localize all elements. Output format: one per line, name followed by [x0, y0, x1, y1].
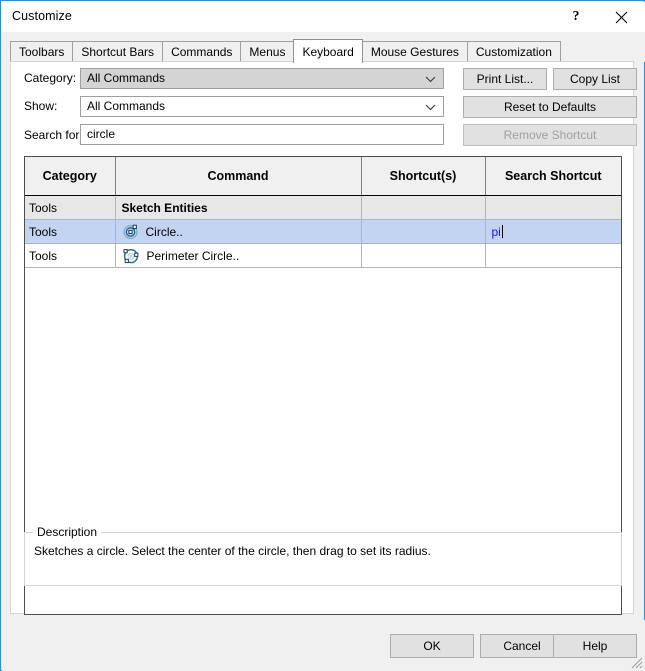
column-header-search-shortcut[interactable]: Search Shortcut [485, 157, 621, 196]
search-input-value: circle [87, 127, 116, 141]
category-label: Category: [24, 71, 77, 85]
dialog-footer: OK Cancel Help [2, 620, 645, 671]
description-text: Sketches a circle. Select the center of … [34, 544, 431, 558]
cell-shortcuts [361, 219, 486, 244]
tab-shortcut-bars[interactable]: Shortcut Bars [72, 41, 164, 62]
cell-category: Tools [25, 219, 116, 244]
show-dropdown-value: All Commands [87, 99, 166, 113]
show-label: Show: [24, 99, 58, 113]
title-bar: Customize ? [2, 2, 645, 32]
cell-search-shortcut [485, 195, 621, 220]
question-mark-icon: ? [572, 9, 580, 24]
table-row[interactable]: Tools Circle.. pi [25, 219, 621, 244]
reset-to-defaults-button[interactable]: Reset to Defaults [463, 96, 637, 118]
customize-dialog: Customize ? Toolbars Shortcut Bars Comma… [0, 0, 645, 671]
cell-shortcuts [361, 195, 486, 220]
ok-button[interactable]: OK [390, 634, 474, 658]
copy-list-button[interactable]: Copy List [553, 68, 637, 90]
tab-keyboard[interactable]: Keyboard [293, 39, 363, 63]
commands-table: Category Command Shortcut(s) Search Shor… [25, 157, 621, 268]
show-dropdown[interactable]: All Commands [80, 96, 444, 117]
window-title: Customize [12, 9, 72, 23]
search-shortcut-value: pi [491, 224, 501, 239]
column-header-category[interactable]: Category [25, 157, 116, 196]
keyboard-tab-panel: Category: All Commands Show: All Command… [10, 61, 637, 615]
description-legend: Description [33, 525, 102, 539]
print-list-button[interactable]: Print List... [463, 68, 547, 90]
tab-mouse-gestures[interactable]: Mouse Gestures [361, 41, 468, 62]
cell-search-shortcut[interactable]: pi [485, 219, 621, 244]
cancel-button[interactable]: Cancel [480, 634, 564, 658]
resize-grip-icon[interactable] [629, 655, 643, 669]
column-header-shortcuts[interactable]: Shortcut(s) [361, 157, 486, 196]
text-caret [501, 224, 503, 238]
perimeter-circle-sketch-icon [123, 248, 138, 263]
close-icon [615, 11, 627, 23]
tab-menus[interactable]: Menus [240, 41, 295, 62]
category-dropdown-value: All Commands [87, 71, 166, 85]
help-button[interactable]: ? [554, 3, 598, 31]
remove-shortcut-button: Remove Shortcut [463, 124, 637, 146]
tab-strip: Toolbars Shortcut Bars Commands Menus Ke… [2, 32, 645, 63]
chevron-down-icon [425, 104, 436, 111]
cell-command: Sketch Entities [115, 195, 362, 220]
column-header-command[interactable]: Command [115, 157, 362, 196]
table-row[interactable]: Tools Perimeter Circle.. [25, 243, 621, 268]
tab-list: Toolbars Shortcut Bars Commands Menus Ke… [10, 39, 561, 63]
cell-search-shortcut [485, 243, 621, 268]
close-button[interactable] [599, 3, 643, 31]
cell-shortcuts [361, 243, 486, 268]
help-button[interactable]: Help [553, 634, 637, 658]
search-input[interactable]: circle [80, 124, 444, 145]
cell-category: Tools [25, 195, 116, 220]
description-group: Description Sketches a circle. Select th… [24, 525, 622, 586]
cell-command-label: Perimeter Circle.. [146, 248, 240, 263]
tab-customization[interactable]: Customization [466, 41, 561, 62]
category-dropdown[interactable]: All Commands [80, 68, 444, 89]
cell-command-label: Circle.. [145, 224, 183, 239]
cell-command: Perimeter Circle.. [115, 243, 362, 268]
table-row[interactable]: Tools Sketch Entities [25, 195, 621, 220]
search-for-label: Search for: [24, 128, 83, 142]
tab-commands[interactable]: Commands [162, 41, 242, 62]
cell-command: Circle.. [115, 219, 362, 244]
table-header-row: Category Command Shortcut(s) Search Shor… [25, 157, 621, 196]
chevron-down-icon [425, 76, 436, 83]
tab-toolbars[interactable]: Toolbars [10, 41, 74, 62]
cell-category: Tools [25, 243, 116, 268]
circle-sketch-icon [122, 224, 138, 240]
